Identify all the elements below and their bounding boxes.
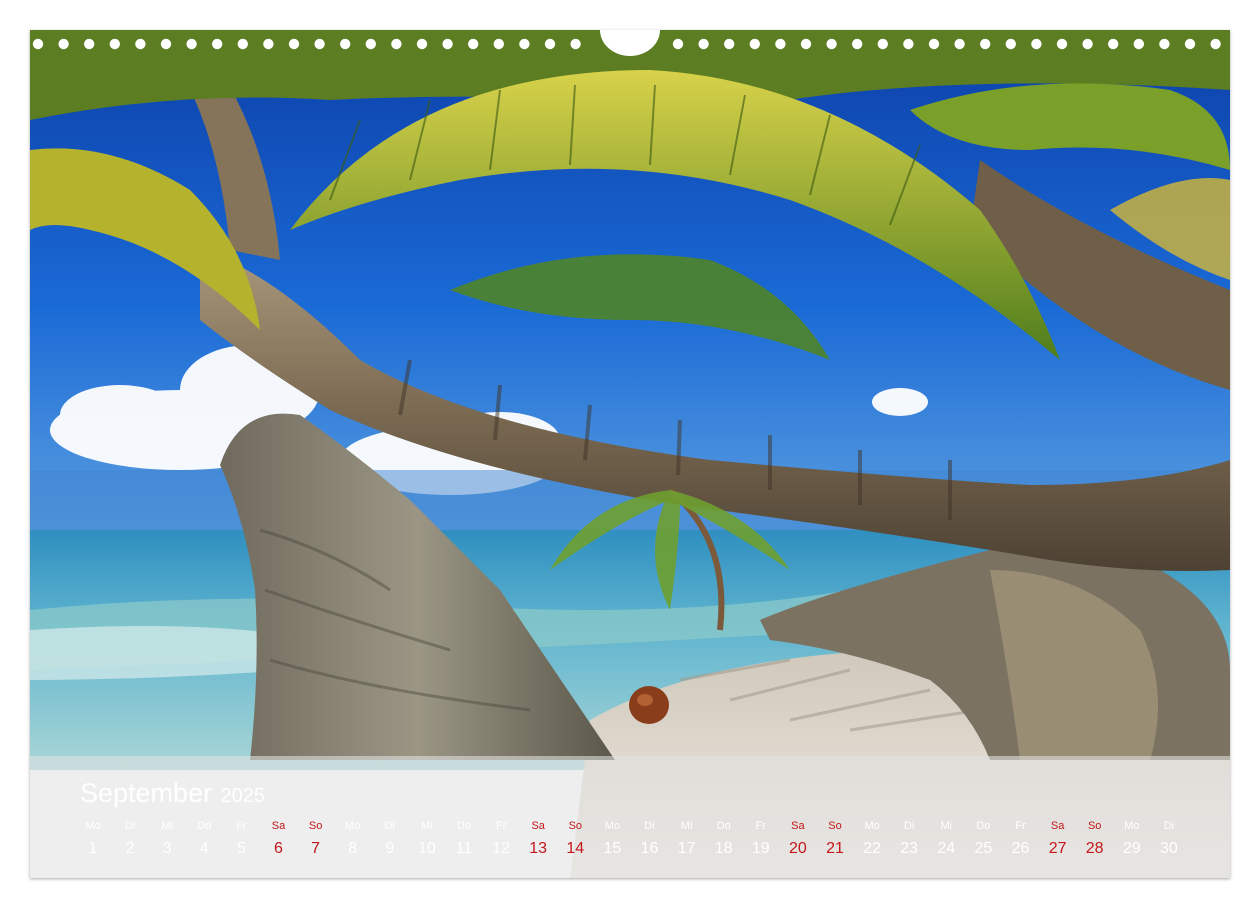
weekday-label: Do	[456, 820, 472, 832]
day-number: 29	[1122, 840, 1141, 857]
day-number: 19	[751, 840, 770, 857]
day-number: 30	[1159, 840, 1178, 857]
day-number: 18	[714, 840, 733, 857]
weekday-label: Sa	[1050, 820, 1065, 832]
weekday-label: Do	[716, 820, 731, 832]
weekday-label: Mo	[604, 820, 621, 832]
weekday-label: Di	[384, 820, 395, 832]
weekday-label: Do	[197, 820, 212, 832]
day-number: 25	[974, 840, 993, 857]
day-number: 23	[900, 840, 919, 857]
day-number: 3	[162, 840, 172, 857]
weekday-label: Do	[976, 820, 991, 832]
day-number: 21	[826, 840, 844, 857]
day-number: 15	[603, 840, 622, 857]
weekday-label: Mi	[421, 820, 433, 832]
weekday-label: Mo	[85, 820, 101, 832]
day-number: 27	[1048, 840, 1067, 857]
weekday-label: Sa	[271, 820, 286, 832]
day-number: 10	[417, 840, 436, 857]
day-number: 24	[937, 840, 956, 857]
day-number: 20	[788, 840, 807, 857]
weekday-label: Fr	[236, 820, 247, 832]
day-number: 4	[199, 840, 209, 857]
palm-beach-image	[30, 30, 1230, 878]
weekday-label: So	[1087, 820, 1102, 832]
day-number: 16	[640, 840, 659, 857]
weekday-label: Sa	[531, 820, 545, 832]
day-number: 1	[88, 840, 98, 857]
weekday-label: So	[308, 820, 323, 832]
day-number: 14	[566, 840, 585, 857]
weekday-label: Di	[903, 820, 915, 832]
weekday-label: Di	[644, 820, 655, 832]
weekday-label: Sa	[791, 820, 805, 832]
day-number: 17	[677, 840, 696, 857]
weekday-label: Fr	[495, 820, 507, 832]
day-number: 6	[274, 840, 283, 857]
day-number: 5	[236, 840, 246, 857]
day-number: 13	[529, 840, 548, 857]
day-number: 9	[385, 840, 395, 857]
weekday-label: Fr	[1015, 820, 1026, 832]
day-number: 8	[348, 840, 358, 857]
day-number: 2	[125, 840, 135, 857]
weekday-label: So	[828, 820, 842, 832]
year-label: 2025	[220, 785, 266, 807]
weekday-label: Mo	[864, 820, 880, 832]
day-number: 22	[863, 840, 881, 857]
month-name: September	[80, 778, 213, 808]
calendar-photo: September 2025 Mo Di Mi Do Fr Sa So Mo Di Mi Do Fr S…	[30, 30, 1230, 878]
day-number: 7	[311, 840, 321, 857]
calendar-title: September 2025	[80, 778, 265, 809]
day-number: 11	[455, 840, 473, 857]
calendar-band: September 2025 Mo Di Mi Do Fr Sa So Mo Di Mi Do Fr S…	[30, 756, 1230, 878]
weekday-label: Mi	[940, 820, 953, 832]
day-number: 28	[1085, 840, 1104, 857]
weekday-label: Mo	[345, 820, 361, 832]
weekday-label: Mi	[680, 820, 693, 832]
weekday-label: Mi	[161, 820, 173, 832]
weekday-label: Di	[124, 820, 136, 832]
weekday-label: Fr	[755, 820, 766, 832]
weekday-label: Di	[1163, 820, 1175, 832]
day-number: 26	[1011, 840, 1030, 857]
weekday-label: Mo	[1124, 820, 1140, 832]
weekday-label: So	[568, 820, 583, 832]
day-number: 12	[492, 840, 510, 857]
